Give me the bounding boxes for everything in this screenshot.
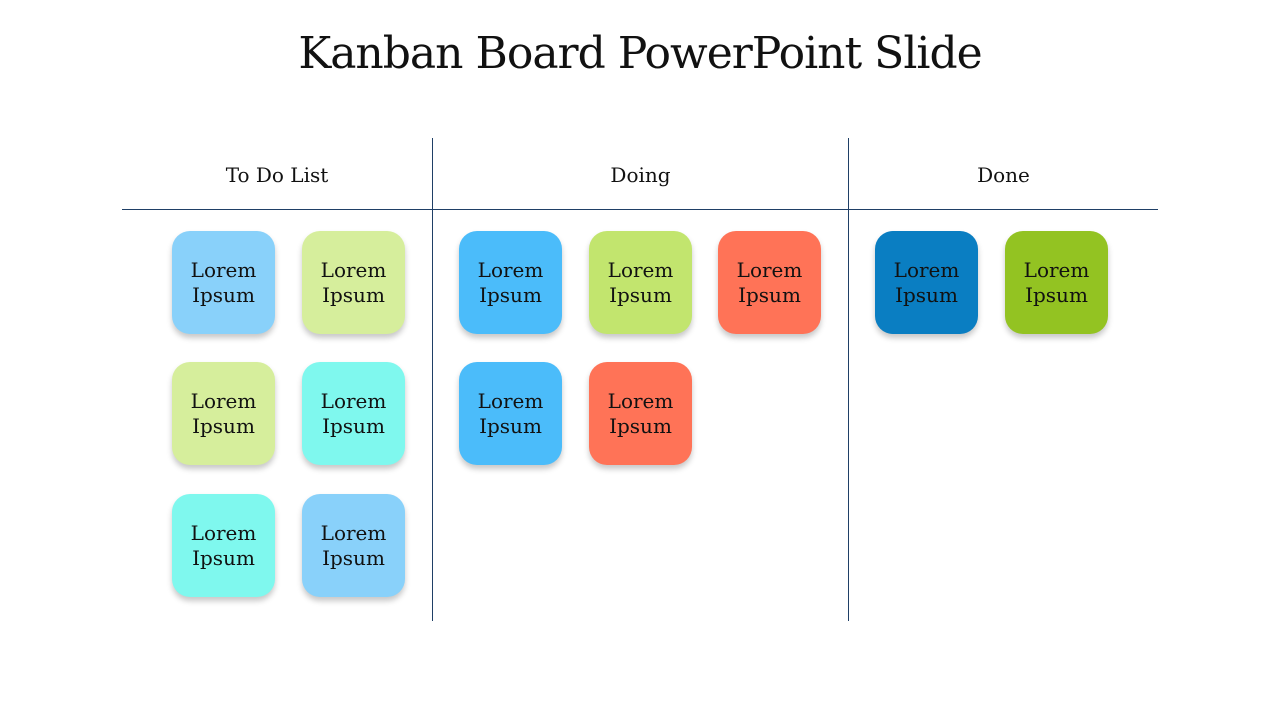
card-line-2: Ipsum	[192, 545, 255, 570]
column-header-todo: To Do List	[225, 163, 329, 187]
card-line-1: Lorem	[320, 388, 387, 413]
column-header-doing: Doing	[610, 163, 671, 187]
column-header-done: Done	[977, 163, 1030, 187]
card-line-1: Lorem	[1023, 257, 1090, 282]
column-divider-1	[432, 138, 433, 621]
card-line-2: Ipsum	[609, 282, 672, 307]
kanban-card[interactable]: Lorem Ipsum	[589, 362, 692, 465]
card-line-2: Ipsum	[322, 282, 385, 307]
kanban-card[interactable]: Lorem Ipsum	[172, 231, 275, 334]
card-line-1: Lorem	[320, 520, 387, 545]
card-line-2: Ipsum	[322, 413, 385, 438]
card-line-2: Ipsum	[479, 413, 542, 438]
card-line-1: Lorem	[190, 520, 257, 545]
kanban-card[interactable]: Lorem Ipsum	[459, 362, 562, 465]
card-line-2: Ipsum	[738, 282, 801, 307]
card-line-1: Lorem	[320, 257, 387, 282]
column-divider-2	[848, 138, 849, 621]
card-line-2: Ipsum	[322, 545, 385, 570]
card-line-2: Ipsum	[895, 282, 958, 307]
card-line-1: Lorem	[190, 257, 257, 282]
card-line-2: Ipsum	[1025, 282, 1088, 307]
kanban-card[interactable]: Lorem Ipsum	[718, 231, 821, 334]
slide-title: Kanban Board PowerPoint Slide	[298, 28, 982, 79]
kanban-card[interactable]: Lorem Ipsum	[459, 231, 562, 334]
kanban-card[interactable]: Lorem Ipsum	[172, 362, 275, 465]
header-divider	[122, 209, 1158, 210]
card-line-1: Lorem	[893, 257, 960, 282]
kanban-card[interactable]: Lorem Ipsum	[172, 494, 275, 597]
card-line-1: Lorem	[736, 257, 803, 282]
kanban-card[interactable]: Lorem Ipsum	[302, 362, 405, 465]
card-line-1: Lorem	[607, 388, 674, 413]
card-line-1: Lorem	[477, 388, 544, 413]
kanban-card[interactable]: Lorem Ipsum	[1005, 231, 1108, 334]
kanban-card[interactable]: Lorem Ipsum	[875, 231, 978, 334]
card-line-2: Ipsum	[192, 413, 255, 438]
card-line-2: Ipsum	[609, 413, 672, 438]
card-line-1: Lorem	[607, 257, 674, 282]
kanban-card[interactable]: Lorem Ipsum	[302, 231, 405, 334]
card-line-1: Lorem	[477, 257, 544, 282]
card-line-2: Ipsum	[479, 282, 542, 307]
card-line-2: Ipsum	[192, 282, 255, 307]
kanban-card[interactable]: Lorem Ipsum	[302, 494, 405, 597]
kanban-card[interactable]: Lorem Ipsum	[589, 231, 692, 334]
card-line-1: Lorem	[190, 388, 257, 413]
